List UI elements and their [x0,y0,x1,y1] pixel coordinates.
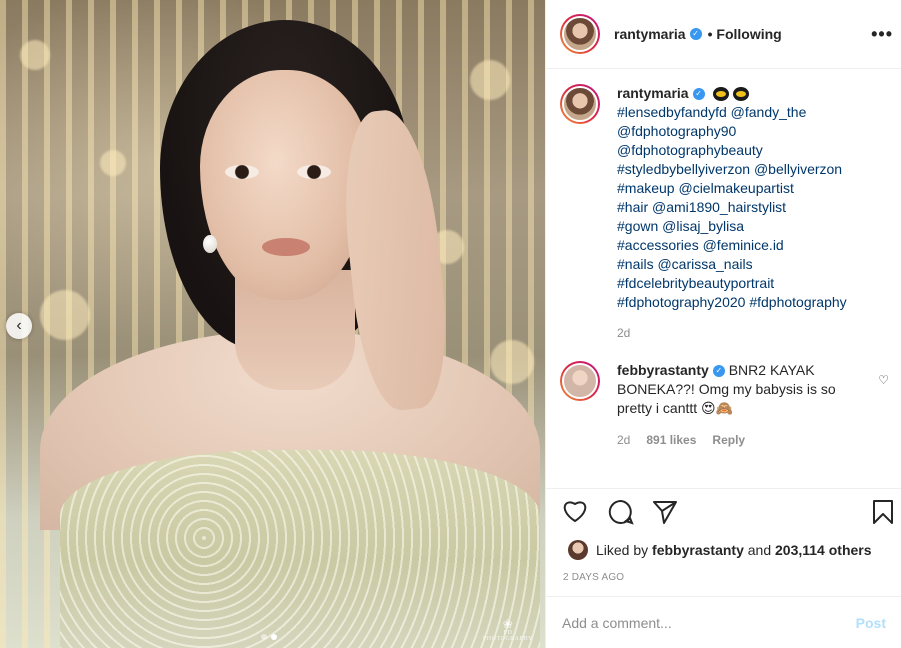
caption-line[interactable]: @fdphotographybeauty [617,141,847,160]
lips [262,238,310,256]
comments-area: rantymaria ✓ #lensedbyfandyfd @fandy_the … [560,84,901,484]
bokeh-light [470,60,510,100]
carousel-prev-button[interactable]: ‹ [6,313,32,339]
caption-line[interactable]: #makeup @cielmakeupartist [617,179,847,198]
send-icon[interactable] [652,499,678,531]
verified-badge-icon: ✓ [689,28,702,40]
eye [225,165,259,179]
caption-line[interactable]: #lensedbyfandyfd @fandy_the [617,103,847,122]
gown [60,450,540,648]
caption-line[interactable]: #nails @carissa_nails [617,255,847,274]
caption-avatar[interactable] [560,84,600,124]
carousel-dot [261,634,267,640]
comment-likes[interactable]: 891 likes [646,431,696,450]
carousel-dot-active [271,634,277,640]
likes-count[interactable]: 203,114 others [775,542,872,558]
commenter-username[interactable]: febbyrastanty [617,362,709,378]
post-caption: rantymaria ✓ #lensedbyfandyfd @fandy_the … [560,84,901,343]
caption-line[interactable]: #styledbybellyiverzon @bellyiverzon [617,160,847,179]
reply-button[interactable]: Reply [712,431,745,450]
caption-line[interactable]: #hair @ami1890_hairstylist [617,198,847,217]
comment-like-heart-icon[interactable]: ♡ [878,373,889,387]
liker-username[interactable]: febbyrastanty [652,542,744,558]
author-avatar[interactable] [560,14,600,54]
more-options-icon[interactable]: ••• [871,24,893,45]
liker-avatar[interactable] [568,540,588,560]
follow-status[interactable]: • Following [708,26,782,42]
comment-meta: 2d 891 likes Reply [617,431,857,450]
comment-body: febbyrastanty ✓ BNR2 KAYAK BONEKA??! Omg … [617,361,857,450]
eye [297,165,331,179]
comment-icon[interactable] [608,499,634,531]
commenter-avatar[interactable] [560,361,600,401]
heart-icon[interactable] [562,499,588,529]
chevron-left-icon: ‹ [16,317,22,334]
likes-summary: Liked by febbyrastanty and 203,114 other… [568,540,872,560]
post-date: 2 DAYS AGO [563,572,625,583]
bookmark-icon[interactable] [872,499,894,531]
caption-line[interactable]: #fdphotography2020 #fdphotography [617,293,847,312]
caption-line[interactable]: #fdcelebritybeautyportrait [617,274,847,293]
caption-username[interactable]: rantymaria [617,85,689,101]
caption-timestamp: 2d [617,326,631,340]
action-bar [546,488,901,536]
comment-item: febbyrastanty ✓ BNR2 KAYAK BONEKA??! Omg … [560,361,901,450]
bokeh-light [100,150,126,176]
bokeh-light [40,290,90,340]
post-image[interactable]: ‹ ❀ FD PHOTOGRAPHY [0,0,545,648]
sunglasses-emoji-icon [732,87,749,102]
caption-line[interactable]: #accessories @feminice.id [617,236,847,255]
photographer-watermark: ❀ FD PHOTOGRAPHY [478,618,538,642]
add-comment-bar: Add a comment... Post [546,596,901,648]
add-comment-input[interactable]: Add a comment... [562,615,856,631]
sunglasses-emoji-icon [712,87,729,102]
bokeh-light [20,40,50,70]
author-username[interactable]: rantymaria [614,26,686,42]
caption-line[interactable]: @fdphotography90 [617,122,847,141]
verified-badge-icon: ✓ [692,88,705,101]
post-header: rantymaria ✓ • Following ••• [546,0,901,69]
caption-line[interactable]: #gown @lisaj_bylisa [617,217,847,236]
caption-text: rantymaria ✓ #lensedbyfandyfd @fandy_the … [617,84,847,343]
bokeh-light [490,340,534,384]
comment-timestamp: 2d [617,433,631,447]
post-comment-button[interactable]: Post [856,615,886,631]
verified-badge-icon: ✓ [712,365,725,378]
carousel-dots [261,634,277,640]
watermark-logo-icon: ❀ [502,617,514,631]
comment-emojis: 😍🙈 [701,400,734,416]
post-side-panel: rantymaria ✓ • Following ••• rantymaria ✓… [545,0,901,648]
earring [203,235,217,253]
